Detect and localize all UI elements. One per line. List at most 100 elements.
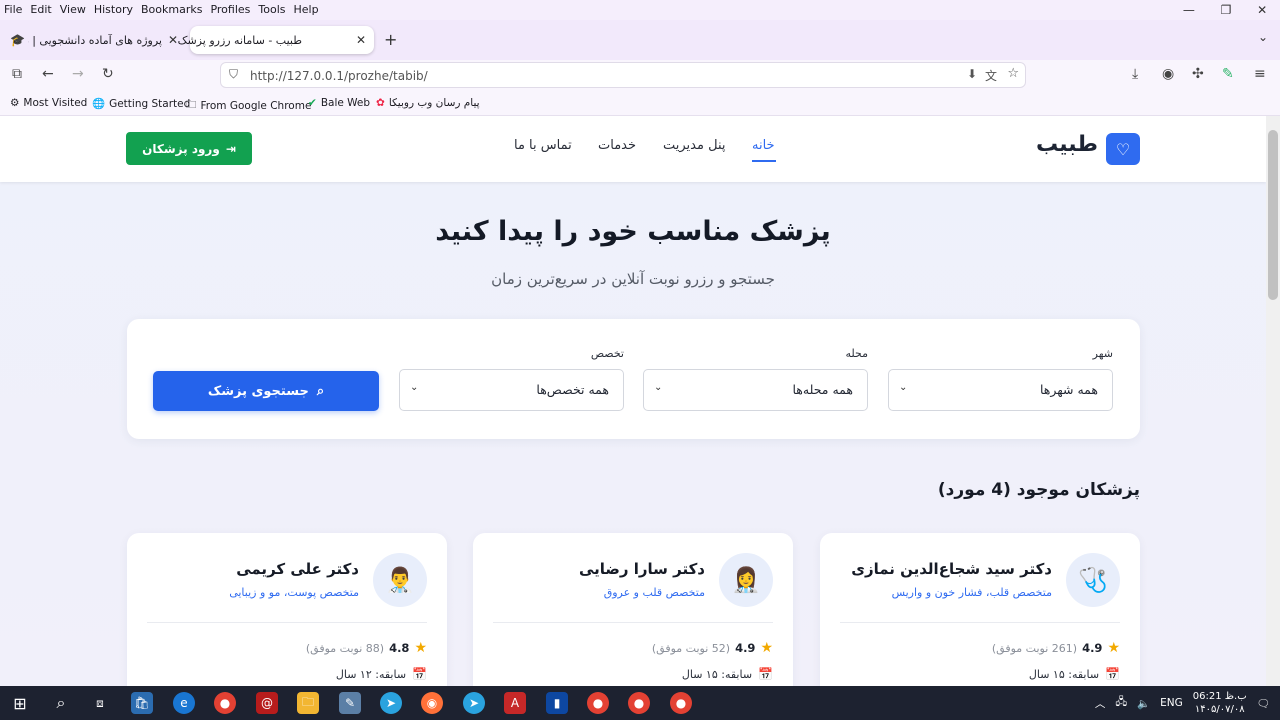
window-controls: — ❐ ✕ — [1170, 0, 1280, 20]
edge-icon[interactable]: e — [173, 692, 195, 714]
url-bar[interactable]: ⛉ http://127.0.0.1/prozhe/tabib/ ⬇ 文 ☆ — [220, 62, 1026, 88]
editor-icon[interactable]: ▮ — [546, 692, 568, 714]
bookmark-label: From Google Chrome — [200, 100, 312, 112]
close-tab-icon[interactable]: ✕ — [356, 33, 366, 47]
heart-logo-icon[interactable]: ♡ — [1106, 133, 1140, 165]
telegram-icon[interactable]: ➤ — [380, 692, 402, 714]
chrome-icon[interactable]: ● — [670, 692, 692, 714]
doctor-list-title: پزشکان موجود (4 مورد) — [937, 480, 1140, 500]
doctor-login-button[interactable]: ⇥ ورود پزشکان — [126, 132, 252, 165]
menu-edit[interactable]: Edit — [26, 0, 55, 16]
extension-icon[interactable]: ✎ — [1222, 66, 1234, 82]
task-view-icon[interactable]: ⧈ — [89, 692, 111, 714]
calendar-icon: 📅 — [412, 667, 427, 681]
close-tab-icon[interactable]: ✕ — [168, 33, 178, 47]
hamburger-menu-icon[interactable]: ≡ — [1254, 66, 1266, 82]
menu-help[interactable]: Help — [290, 0, 323, 16]
rating-count: (88 نوبت موفق) — [305, 641, 385, 655]
site-logo[interactable]: طبیب — [1010, 132, 1098, 157]
firefox-icon[interactable]: ◉ — [421, 692, 443, 714]
doctor-specialty: متخصص پوست، مو و زیبایی — [229, 586, 359, 599]
menu-bookmarks[interactable]: Bookmarks — [137, 0, 206, 16]
browser-tab-2-active[interactable]: طبیب - سامانه رزرو پزشک ✕ — [178, 26, 374, 54]
chrome-icon[interactable]: ● — [587, 692, 609, 714]
menu-tools[interactable]: Tools — [254, 0, 289, 16]
close-window-icon[interactable]: ✕ — [1257, 3, 1267, 17]
search-doctor-button[interactable]: ⌕ جستجوی پزشک — [153, 371, 379, 411]
calendar-icon: 📅 — [758, 667, 773, 681]
forward-icon[interactable]: → — [72, 66, 84, 82]
specialty-select-value: همه تخصص‌ها — [536, 382, 609, 397]
star-icon: ★ — [760, 640, 773, 656]
search-icon[interactable]: ⌕ — [50, 692, 72, 714]
star-icon: ★ — [414, 640, 427, 656]
nav-home[interactable]: خانه — [752, 138, 775, 153]
notepad-icon[interactable]: ✎ — [339, 692, 361, 714]
bookmarks-toolbar: ⚙ Most Visited 🌐 Getting Started 🗀 From Goo… — [0, 92, 1280, 116]
list-all-tabs-icon[interactable]: ⌄ — [1258, 30, 1268, 44]
reload-icon[interactable]: ↻ — [102, 66, 114, 82]
firefox-view-icon[interactable]: ⧉ — [12, 66, 22, 82]
bookmark-getting-started[interactable]: 🌐 Getting Started — [92, 97, 190, 111]
doctor-card[interactable]: 👨‍⚕️ دکتر علی کریمی متخصص پوست، مو و زیب… — [127, 533, 447, 686]
chevron-down-icon: ⌄ — [410, 382, 419, 393]
doctor-card[interactable]: 👩‍⚕️ دکتر سارا رضایی متخصص قلب و عروق ★ … — [473, 533, 793, 686]
pdf-icon[interactable]: A — [504, 692, 526, 714]
account-icon[interactable]: ◉ — [1162, 66, 1174, 82]
menu-history[interactable]: History — [90, 0, 137, 16]
file-explorer-icon[interactable]: 🗀 — [297, 692, 319, 714]
doctor-card[interactable]: 🩺 دکتر سید شجاع‌الدین نمازی متخصص قلب، ف… — [820, 533, 1140, 686]
menu-profiles[interactable]: Profiles — [206, 0, 254, 16]
bookmark-star-icon[interactable]: ☆ — [1007, 66, 1019, 81]
rating-score: 4.9 — [735, 641, 756, 655]
bookmark-label: Most Visited — [23, 97, 88, 109]
bookmark-most-visited[interactable]: ⚙ Most Visited — [10, 97, 87, 109]
menu-file[interactable]: File — [0, 0, 26, 16]
volume-icon[interactable]: 🔈 — [1137, 697, 1150, 710]
experience-text: سابقه: ۱۲ سال — [335, 667, 407, 681]
city-select[interactable]: همه شهرها ⌄ — [888, 369, 1113, 411]
bookmark-rubika[interactable]: ✿ پیام رسان وب روبیکا — [376, 97, 480, 109]
rating-score: 4.8 — [389, 641, 410, 655]
store-icon[interactable]: 🛍 — [131, 692, 153, 714]
app-icon[interactable]: @ — [256, 692, 278, 714]
telegram-icon[interactable]: ➤ — [463, 692, 485, 714]
downloads-icon[interactable]: ⤓ — [1132, 66, 1138, 82]
shield-icon[interactable]: ⛉ — [229, 67, 238, 82]
scrollbar-thumb[interactable] — [1268, 130, 1278, 300]
specialty-select[interactable]: همه تخصص‌ها ⌄ — [399, 369, 624, 411]
graduation-cap-icon: 🎓 — [10, 33, 25, 47]
restore-icon[interactable]: ❐ — [1221, 3, 1232, 17]
bookmark-bale-web[interactable]: ✔ Bale Web — [308, 97, 370, 109]
menu-view[interactable]: View — [56, 0, 90, 16]
browser-tab-1[interactable]: 🎓 پروژه های آماده دانشجویی | دانلود ✕ — [2, 26, 184, 54]
network-icon[interactable]: 🖧 — [1115, 694, 1127, 712]
chrome-icon[interactable]: ● — [628, 692, 650, 714]
clock-date: ۱۴۰۵/۰۷/۰۸ — [1194, 704, 1245, 715]
clock[interactable]: ب.ظ 06:21 ۱۴۰۵/۰۷/۰۸ — [1193, 690, 1247, 716]
minimize-icon[interactable]: — — [1183, 3, 1195, 17]
nav-services[interactable]: خدمات — [598, 138, 636, 153]
area-select-value: همه محله‌ها — [792, 382, 854, 397]
reader-icon[interactable]: ⬇ — [967, 67, 977, 81]
globe-icon: 🌐 — [92, 98, 106, 110]
chevron-up-icon[interactable]: ︿ — [1095, 696, 1106, 711]
nav-admin-panel[interactable]: پنل مدیریت — [663, 138, 725, 153]
notification-icon[interactable]: 🗨 — [1257, 697, 1270, 710]
windows-start-icon[interactable]: ⊞ — [9, 692, 31, 714]
chrome-icon[interactable]: ● — [214, 692, 236, 714]
area-select[interactable]: همه محله‌ها ⌄ — [643, 369, 868, 411]
back-icon[interactable]: ← — [42, 66, 54, 82]
extensions-icon[interactable]: ✣ — [1192, 66, 1204, 82]
calendar-icon: 📅 — [1105, 667, 1120, 681]
translate-icon[interactable]: 文 — [985, 67, 997, 84]
doctor-experience: 📅 سابقه: ۱۲ سال — [336, 667, 427, 681]
bookmark-from-chrome[interactable]: 🗀 From Google Chrome — [186, 97, 311, 115]
language-indicator[interactable]: ENG — [1160, 697, 1183, 709]
bookmark-label: Bale Web — [320, 97, 371, 109]
experience-text: سابقه: ۱۵ سال — [681, 667, 753, 681]
nav-contact[interactable]: تماس با ما — [514, 138, 572, 153]
doctor-login-label: ورود پزشکان — [142, 141, 220, 156]
rubika-icon: ✿ — [376, 97, 385, 109]
new-tab-icon[interactable]: + — [384, 30, 397, 49]
